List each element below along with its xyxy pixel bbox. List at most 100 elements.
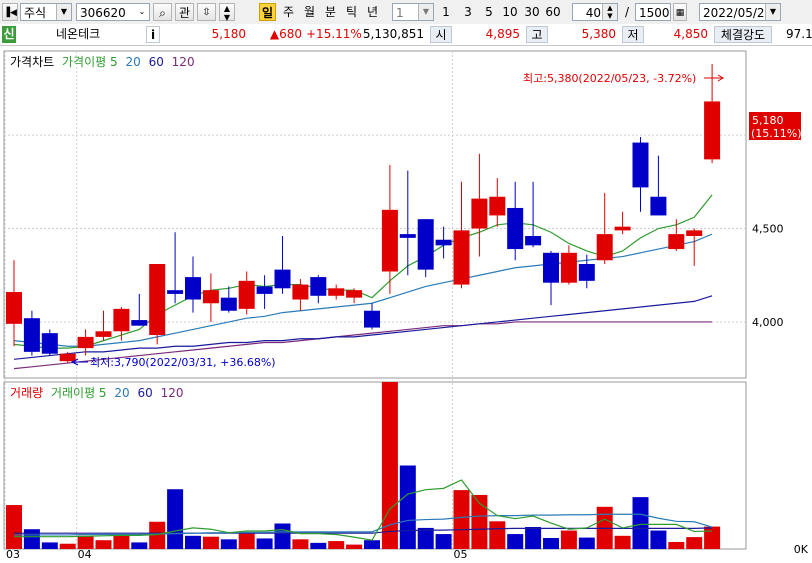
volume-axis-tick: 0K <box>794 543 809 556</box>
last-price-tag-percent: (15.11%) <box>751 127 802 140</box>
volume-bar <box>489 521 506 549</box>
interval-30-button[interactable]: 30 <box>522 3 542 21</box>
interval-10-button[interactable]: 10 <box>500 3 520 21</box>
legend-volume-ma60: 60 <box>138 386 153 400</box>
candle-body <box>328 288 345 296</box>
volume-bar <box>310 542 327 549</box>
volume-bar <box>417 527 434 549</box>
trade-strength-value: 97.1 <box>786 27 812 41</box>
price-axis-tick: 4,000 <box>752 316 784 329</box>
candle-body <box>59 353 76 362</box>
last-price-tag-value: 5,180 <box>752 114 784 127</box>
tab-month[interactable]: 월 <box>301 3 318 21</box>
candle-body <box>77 336 94 349</box>
search-icon[interactable]: ⌕ <box>153 3 172 21</box>
kwan-button[interactable]: 관 <box>175 3 194 21</box>
interval-select[interactable]: 1 ▼ <box>392 3 434 21</box>
candle-body <box>614 226 631 231</box>
volume-bar <box>256 538 273 549</box>
panel-toggle-icon[interactable]: ▐◀ <box>2 3 18 21</box>
time-axis-label: 03 <box>6 548 20 560</box>
interval-60-button[interactable]: 60 <box>543 3 563 21</box>
candle-body <box>220 297 237 311</box>
candle-body <box>292 284 309 300</box>
current-price: 5,180 <box>211 27 246 41</box>
candle-body <box>6 292 22 324</box>
candle-body <box>471 198 488 229</box>
up-down-spinner[interactable]: ▲ ▼ <box>219 3 235 22</box>
interval-3-button[interactable]: 3 <box>459 3 477 21</box>
tab-week[interactable]: 주 <box>280 3 297 21</box>
price-change-percent: +15.11% <box>306 27 362 41</box>
tab-minute[interactable]: 분 <box>322 3 339 21</box>
stock-name: 네온테크 <box>56 27 101 41</box>
volume-bar <box>202 536 219 549</box>
grid-toggle-icon[interactable]: ▦ <box>673 3 687 21</box>
stock-chart[interactable]: 5,0004,5004,00035,000K30,000K25,000K20,0… <box>0 46 812 561</box>
chevron-down-icon[interactable]: ⌄ <box>135 4 149 20</box>
market-select[interactable]: 주식 ▼ <box>20 3 72 21</box>
volume-bar <box>95 540 112 549</box>
open-label: 시 <box>430 26 452 43</box>
interval-5-button[interactable]: 5 <box>480 3 498 21</box>
volume-bar <box>614 535 631 549</box>
time-axis-label: 05 <box>454 548 468 560</box>
count-separator: / <box>624 5 630 19</box>
high-label: 고 <box>526 26 548 43</box>
display-count-value: 40 <box>585 6 601 20</box>
info-button[interactable]: i <box>146 26 160 43</box>
volume-bar <box>364 540 380 549</box>
calendar-dropdown-icon[interactable]: ▼ <box>765 4 780 20</box>
chevron-down-icon[interactable]: ▼ <box>418 4 433 20</box>
volume-bar <box>328 541 345 549</box>
tab-day[interactable]: 일 <box>259 3 276 21</box>
legend-volume: 거래량 <box>10 386 43 400</box>
candle-body <box>453 230 470 285</box>
volume-bar <box>6 505 22 549</box>
legend-price-ma5: 가격이평 5 <box>62 55 118 69</box>
volume-bar <box>113 535 130 549</box>
legend-volume-ma20: 20 <box>114 386 129 400</box>
stock-code-input[interactable]: 306620 ⌄ <box>76 3 150 21</box>
volume-bar <box>185 535 201 549</box>
candle-body <box>149 264 166 336</box>
total-count-input[interactable]: 1500 <box>635 3 671 21</box>
total-count-value: 1500 <box>639 6 670 20</box>
volume-bar <box>453 490 470 549</box>
volume-bar <box>578 537 595 549</box>
interval-1-button[interactable]: 1 <box>437 3 455 21</box>
high-price: 5,380 <box>581 27 616 41</box>
candle-body <box>364 310 380 328</box>
tab-tick[interactable]: 틱 <box>343 3 360 21</box>
legend-price-chart: 가격차트 <box>10 55 54 69</box>
candle-body <box>704 101 721 160</box>
low-label: 저 <box>622 26 644 43</box>
volume-bar <box>149 521 166 549</box>
trade-volume: 5,130,851 <box>362 27 424 41</box>
high-annotation: 최고:5,380(2022/05/23, -3.72%) <box>523 72 696 85</box>
low-annotation: 최저:3,790(2022/03/31, +36.68%) <box>90 356 276 369</box>
volume-bar <box>220 539 237 549</box>
date-picker[interactable]: 2022/05/23 ▼ <box>699 3 781 21</box>
chevron-down-icon[interactable]: ▼ <box>56 4 71 20</box>
volume-bar <box>686 537 703 549</box>
display-count-input[interactable]: 40 ▲ ▼ <box>572 3 618 21</box>
candle-body <box>507 207 524 250</box>
legend-price-ma20: 20 <box>125 55 140 69</box>
candle-body <box>381 209 398 272</box>
candle-body <box>417 219 434 270</box>
date-picker-value: 2022/05/23 <box>703 6 773 20</box>
volume-bar <box>292 539 309 549</box>
volume-bar <box>346 544 363 549</box>
tab-year[interactable]: 년 <box>364 3 381 21</box>
stock-code-value: 306620 <box>80 6 126 20</box>
volume-bar <box>704 526 721 549</box>
candle-body <box>131 320 148 326</box>
count-spinner-icon[interactable]: ▲ ▼ <box>602 4 617 20</box>
link-settings-icon[interactable]: ⇳ <box>197 3 216 21</box>
candle-body <box>167 290 184 294</box>
volume-bar <box>23 529 40 549</box>
volume-bar <box>650 530 667 549</box>
market-select-value: 주식 <box>24 6 47 20</box>
legend-volume-ma120: 120 <box>161 386 184 400</box>
